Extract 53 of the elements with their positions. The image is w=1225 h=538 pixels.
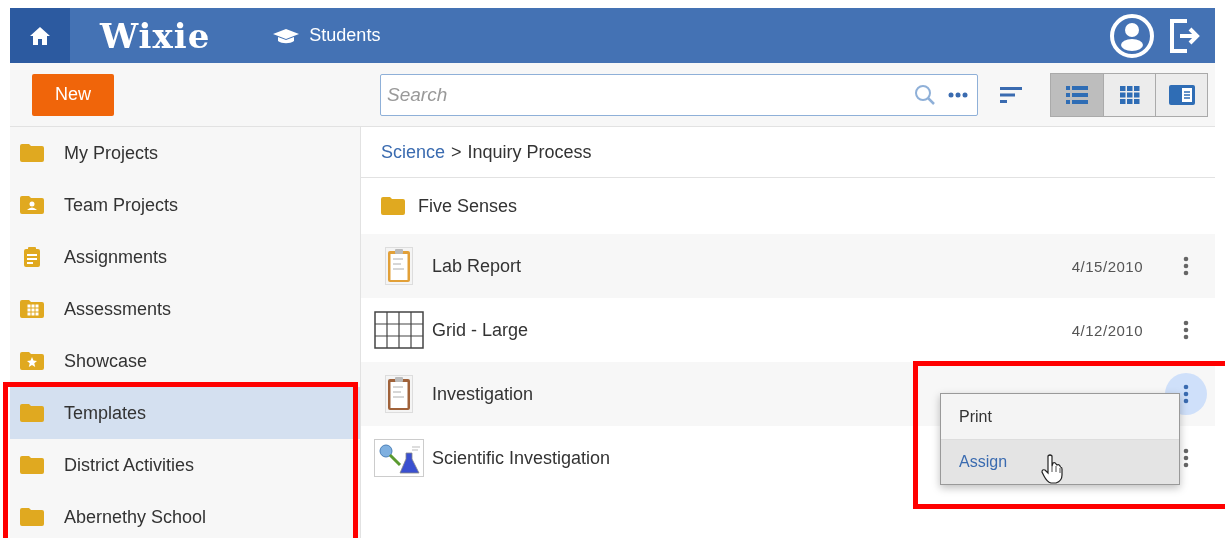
- file-date: 4/15/2010: [1071, 257, 1143, 275]
- sidebar-item[interactable]: Abernethy School: [10, 491, 360, 538]
- list-icon: [1066, 85, 1088, 104]
- kebab-icon: [1183, 448, 1189, 468]
- file-date: 4/12/2010: [1071, 321, 1143, 339]
- clipboard-icon: [385, 375, 413, 413]
- file-name: Investigation: [432, 383, 534, 405]
- home-button[interactable]: [10, 8, 70, 63]
- grid-view-icon: [1119, 85, 1140, 104]
- file-name: Lab Report: [432, 255, 522, 277]
- file-name: Five Senses: [418, 195, 518, 217]
- sidebar-item[interactable]: My Projects: [10, 127, 360, 179]
- folder-icon: [380, 196, 406, 216]
- view-toggle[interactable]: [1103, 73, 1155, 116]
- breadcrumb-current: Inquiry Process: [467, 141, 592, 163]
- breadcrumb-link[interactable]: Science: [381, 141, 446, 163]
- view-toggle[interactable]: [1155, 73, 1207, 116]
- file-row[interactable]: Lab Report 4/15/2010: [361, 234, 1215, 298]
- magnifier-flask-icon: [374, 439, 424, 477]
- view-toggle[interactable]: [1051, 73, 1103, 116]
- folder-icon: [19, 299, 45, 319]
- folder-icon: [19, 403, 45, 423]
- breadcrumb-separator: >: [451, 141, 462, 163]
- user-icon[interactable]: [1109, 12, 1155, 59]
- sidebar-item[interactable]: Templates: [10, 387, 360, 439]
- nav-link[interactable]: Students: [272, 25, 381, 46]
- sort-icon[interactable]: [1000, 86, 1022, 103]
- sidebar-item[interactable]: District Activities: [10, 439, 360, 491]
- more-icon[interactable]: [948, 91, 968, 98]
- home-icon: [29, 25, 51, 46]
- folder-icon: [19, 195, 45, 215]
- detail-view-icon: [1168, 84, 1195, 105]
- kebab-icon: [1183, 320, 1189, 340]
- grid-icon: [374, 311, 424, 349]
- menu-item[interactable]: Assign: [941, 439, 1179, 484]
- folder-icon: [19, 143, 45, 163]
- sidebar-item[interactable]: Assignments: [10, 231, 360, 283]
- folder-icon: [19, 351, 45, 371]
- clipboard-icon: [385, 247, 413, 285]
- kebab-icon: [1183, 256, 1189, 276]
- kebab-icon: [1183, 384, 1189, 404]
- folder-icon: [19, 507, 45, 527]
- file-name: Scientific Investigation: [432, 447, 611, 469]
- sidebar-item[interactable]: Showcase: [10, 335, 360, 387]
- menu-item[interactable]: Print: [941, 394, 1179, 439]
- folder-icon: [19, 455, 45, 475]
- logout-icon[interactable]: [1169, 18, 1201, 53]
- graduation-cap-icon: [272, 27, 301, 44]
- search-field[interactable]: Search: [380, 73, 978, 116]
- logo[interactable]: Wixie: [100, 15, 211, 56]
- sidebar-item[interactable]: Team Projects: [10, 179, 360, 231]
- sidebar-item[interactable]: Assessments: [10, 283, 360, 335]
- file-name: Grid - Large: [432, 319, 529, 341]
